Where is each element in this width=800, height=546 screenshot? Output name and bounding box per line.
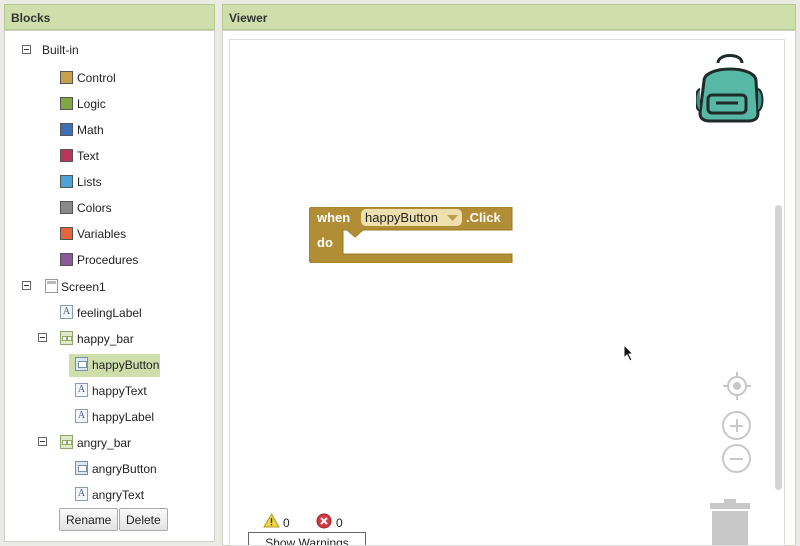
when-happybutton-click-block[interactable]: when happyButton .Click do (309, 207, 513, 263)
horizontal-arrangement-icon (60, 331, 73, 345)
tree-item-built-in[interactable]: Built-in (42, 40, 79, 60)
category-label: Procedures (77, 253, 139, 267)
viewer-panel-header: Viewer (222, 4, 796, 30)
category-control[interactable]: Control (60, 68, 200, 88)
category-lists[interactable]: Lists (60, 172, 200, 192)
button-icon (75, 357, 88, 371)
category-label: Logic (77, 97, 106, 111)
label-icon: A (75, 409, 88, 423)
category-label: Variables (77, 227, 127, 241)
blocks-workspace[interactable]: when happyButton .Click do 0 0 Show Warn… (229, 39, 785, 546)
screen1-label: Screen1 (61, 280, 106, 294)
category-logic[interactable]: Logic (60, 94, 200, 114)
zoom-in-icon[interactable] (722, 411, 751, 440)
category-label: Lists (77, 175, 102, 189)
angrytext-label: angryText (92, 488, 145, 502)
horizontal-arrangement-icon (60, 435, 73, 449)
tree-item-happy-bar[interactable]: happy_bar (60, 329, 210, 349)
error-icon[interactable] (316, 513, 332, 529)
category-procedures[interactable]: Procedures (60, 250, 200, 270)
blocks-panel-title: Blocks (11, 11, 51, 25)
button-icon (75, 461, 88, 475)
collapse-happy-bar-icon[interactable] (38, 333, 47, 342)
category-label: Control (77, 71, 116, 85)
category-swatch (60, 71, 73, 84)
errors-count: 0 (336, 516, 343, 530)
blocks-tree: Built-in Control Logic Math Text Lists Colors… (4, 30, 215, 542)
category-swatch (60, 123, 73, 136)
category-text[interactable]: Text (60, 146, 200, 166)
happylabel-label: happyLabel (92, 410, 155, 424)
tree-item-angrytext[interactable]: A angryText (75, 485, 195, 505)
feelinglabel-label: feelingLabel (77, 306, 142, 320)
recenter-icon[interactable] (721, 370, 753, 402)
category-math[interactable]: Math (60, 120, 200, 140)
category-label: Text (77, 149, 100, 163)
category-colors[interactable]: Colors (60, 198, 200, 218)
tree-item-angrybutton[interactable]: angryButton (75, 459, 195, 479)
zoom-out-icon[interactable] (722, 444, 751, 473)
collapse-angry-bar-icon[interactable] (38, 437, 47, 446)
show-warnings-button[interactable]: Show Warnings (248, 532, 366, 545)
warning-icon[interactable] (263, 513, 280, 528)
tree-item-happytext[interactable]: A happyText (75, 381, 195, 401)
do-label: do (317, 235, 333, 250)
tree-item-screen1[interactable]: Screen1 (45, 277, 195, 297)
category-swatch (60, 97, 73, 110)
event-name-label: .Click (466, 210, 501, 225)
happytext-label: happyText (92, 384, 147, 398)
category-label: Math (77, 123, 104, 137)
rename-button[interactable]: Rename (59, 508, 119, 531)
component-dropdown[interactable]: happyButton (361, 209, 462, 226)
category-variables[interactable]: Variables (60, 224, 200, 244)
label-icon: A (60, 305, 73, 319)
screen-icon (45, 279, 58, 293)
collapse-builtin-icon[interactable] (22, 45, 31, 54)
vertical-scrollbar[interactable] (775, 205, 782, 490)
viewer-panel-title: Viewer (229, 11, 268, 25)
textbox-icon: A (75, 383, 88, 397)
category-swatch (60, 253, 73, 266)
angrybutton-label: angryButton (92, 462, 157, 476)
category-swatch (60, 149, 73, 162)
tree-item-happylabel[interactable]: A happyLabel (75, 407, 195, 427)
dropdown-arrow-icon (447, 215, 458, 221)
tree-item-happybutton[interactable]: happyButton (69, 354, 160, 377)
component-dropdown-value: happyButton (365, 210, 439, 225)
angry-bar-label: angry_bar (77, 436, 132, 450)
happybutton-label: happyButton (92, 358, 160, 372)
mouse-pointer-icon (623, 344, 635, 362)
blocks-panel-header: Blocks (4, 4, 215, 30)
delete-button[interactable]: Delete (119, 508, 168, 531)
when-label: when (317, 210, 351, 225)
category-label: Colors (77, 201, 112, 215)
backpack-icon[interactable] (696, 51, 766, 123)
category-swatch (60, 201, 73, 214)
warnings-count: 0 (283, 516, 290, 530)
tree-item-angry-bar[interactable]: angry_bar (60, 433, 210, 453)
textbox-icon: A (75, 487, 88, 501)
collapse-screen1-icon[interactable] (22, 281, 31, 290)
tree-item-feelinglabel[interactable]: A feelingLabel (60, 303, 210, 323)
category-swatch (60, 175, 73, 188)
trash-icon[interactable] (708, 498, 752, 546)
happy-bar-label: happy_bar (77, 332, 134, 346)
built-in-label: Built-in (42, 43, 79, 57)
category-swatch (60, 227, 73, 240)
